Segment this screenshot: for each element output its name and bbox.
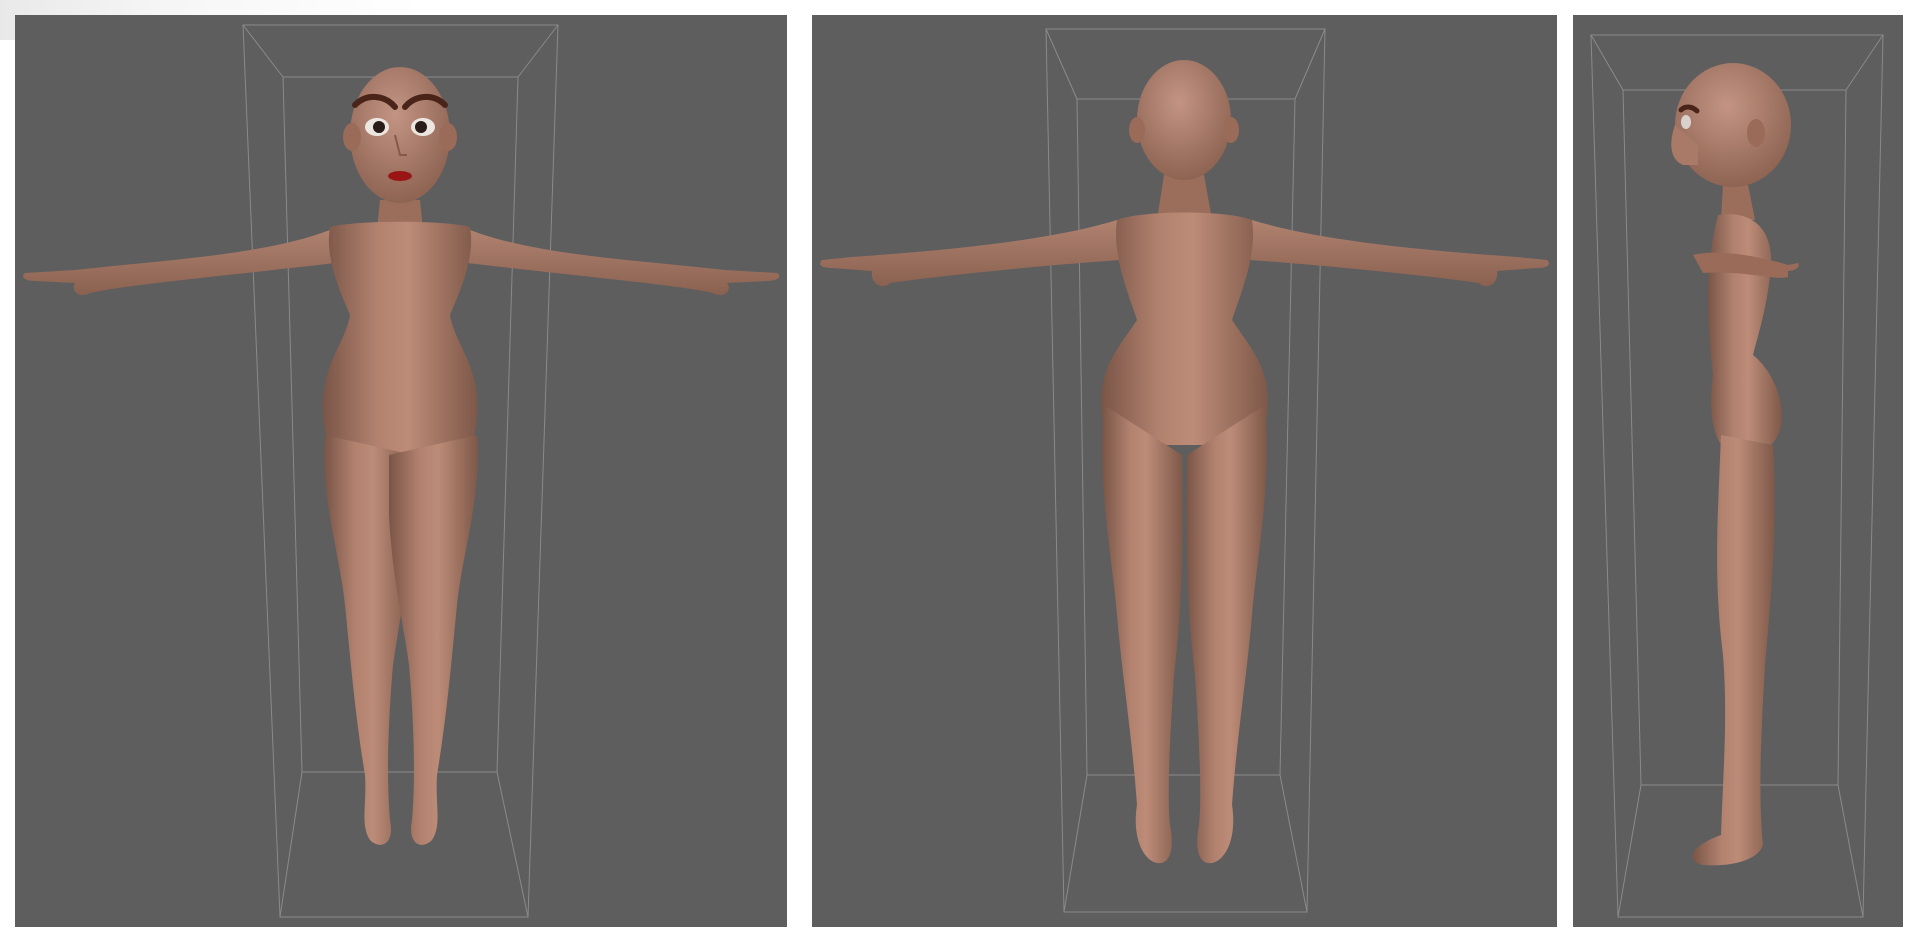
character-front: [23, 67, 780, 845]
back-view-render: [820, 28, 1549, 913]
side-view-viewport: [1573, 15, 1903, 927]
back-view-viewport: [812, 15, 1557, 927]
character-back: [820, 60, 1549, 864]
front-view-viewport: [15, 15, 787, 927]
front-view-render: [23, 24, 780, 918]
side-view-render: [1590, 34, 1884, 918]
character-side: [1671, 63, 1799, 866]
